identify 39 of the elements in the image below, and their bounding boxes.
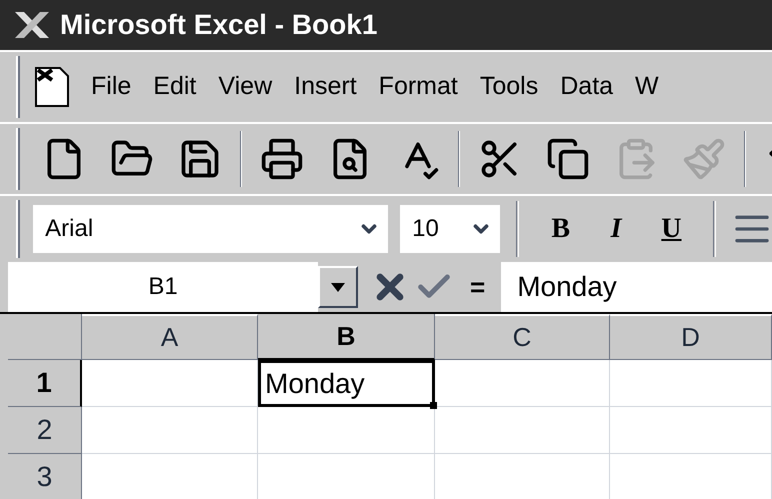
underline-button[interactable]: U (646, 204, 698, 254)
fill-handle[interactable] (430, 402, 437, 409)
column-header[interactable]: C (435, 314, 610, 360)
formula-field[interactable]: Monday (501, 262, 772, 312)
column-header[interactable]: D (610, 314, 772, 360)
grid-cell[interactable] (610, 360, 772, 407)
window-title: Microsoft Excel - Book1 (60, 8, 378, 42)
menu-item[interactable]: Insert (283, 68, 368, 106)
excel-logo-icon (12, 10, 52, 40)
menu-item[interactable]: Tools (468, 68, 550, 106)
menu-item[interactable]: File (80, 68, 142, 106)
grid-cell[interactable] (435, 407, 610, 454)
grid-cell[interactable] (82, 407, 258, 454)
row-header[interactable]: 3 (8, 454, 82, 499)
grid-cell[interactable] (435, 360, 610, 407)
font-dropdown[interactable]: Arial (33, 205, 388, 253)
italic-button[interactable]: I (590, 204, 642, 254)
grid-cell[interactable] (610, 407, 772, 454)
grid-cell[interactable] (258, 407, 435, 454)
equals-sign[interactable]: = (470, 268, 486, 306)
column-header[interactable]: B (258, 314, 435, 360)
grid-cell[interactable] (82, 360, 258, 407)
menu-item[interactable]: View (207, 68, 284, 106)
menu-item[interactable]: Edit (142, 68, 208, 106)
copy-icon[interactable] (546, 137, 590, 181)
row-header[interactable]: 1 (8, 360, 82, 407)
active-cell[interactable]: Monday (258, 360, 435, 407)
row-header[interactable]: 2 (8, 407, 82, 454)
menu-item[interactable]: Format (368, 68, 469, 106)
font-size-dropdown[interactable]: 10 (400, 205, 500, 253)
select-all-corner[interactable] (8, 314, 82, 360)
print-icon[interactable] (260, 137, 304, 181)
dropdown-arrow-icon (331, 282, 345, 292)
column-header[interactable]: A (82, 314, 258, 360)
menu-item[interactable]: Data (549, 68, 624, 106)
menu-item[interactable]: W (624, 68, 670, 106)
name-box[interactable]: B1 (8, 262, 318, 312)
name-box-dropdown[interactable] (318, 266, 358, 308)
bold-button[interactable]: B (535, 204, 586, 254)
